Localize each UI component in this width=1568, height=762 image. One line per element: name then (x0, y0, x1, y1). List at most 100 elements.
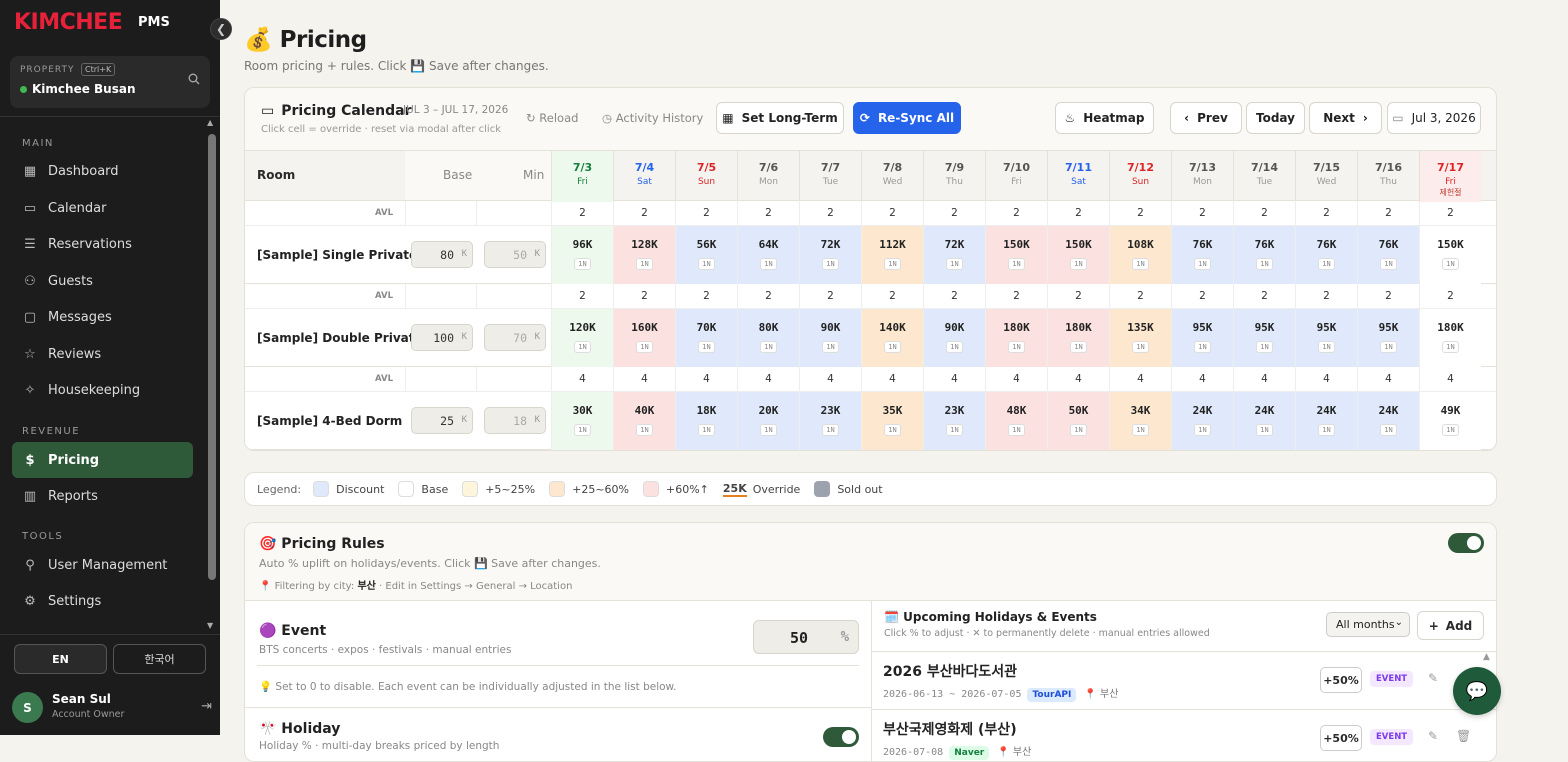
price-cell[interactable]: 72K 1N (923, 226, 985, 284)
price-cell[interactable]: 24K 1N (1357, 392, 1419, 450)
lang-ko-button[interactable]: 한국어 (113, 644, 206, 674)
min-price-input[interactable]: 18 K (484, 407, 546, 434)
price-cell[interactable]: 180K 1N (1047, 309, 1109, 367)
avl-cell: 2 (1047, 201, 1109, 226)
price-cell[interactable]: 64K 1N (737, 226, 799, 284)
lang-en-button[interactable]: EN (14, 644, 107, 674)
price-cell[interactable]: 23K 1N (923, 392, 985, 450)
event-percent-button[interactable]: +50% (1320, 667, 1362, 693)
trash-icon[interactable]: 🗑 (1456, 729, 1471, 743)
day-header: 7/17 Fri 제헌절 (1419, 151, 1481, 202)
event-percent-button[interactable]: +50% (1320, 725, 1362, 751)
prev-button[interactable]: ‹ Prev (1170, 102, 1242, 134)
property-switcher[interactable]: PROPERTY Ctrl+K Kimchee Busan (10, 56, 210, 108)
scroll-up-icon[interactable]: ▲ (1483, 652, 1490, 662)
nav-settings[interactable]: ⚙ Settings (12, 583, 193, 619)
nav-dashboard[interactable]: ▦ Dashboard (12, 153, 193, 189)
event-row[interactable]: 2026 부산바다도서관 2026-06-13 ~ 2026-07-05 Tour… (872, 651, 1496, 709)
price-cell[interactable]: 18K 1N (675, 392, 737, 450)
reload-link[interactable]: ↻ Reload (526, 111, 578, 125)
user-profile[interactable]: S Sean Sul Account Owner ⇥ (12, 690, 212, 726)
price-cell[interactable]: 49K 1N (1419, 392, 1481, 450)
edit-icon[interactable]: ✎ (1428, 729, 1438, 743)
price-cell[interactable]: 150K 1N (1047, 226, 1109, 284)
min-nights-badge: 1N (1318, 424, 1335, 436)
base-price-input[interactable]: 25 K (411, 407, 473, 434)
edit-icon[interactable]: ✎ (1428, 671, 1438, 685)
price-cell[interactable]: 150K 1N (985, 226, 1047, 284)
nav-reservations[interactable]: ☰ Reservations (12, 226, 193, 262)
search-icon[interactable] (188, 73, 200, 88)
price-cell[interactable]: 95K 1N (1233, 309, 1295, 367)
price-cell[interactable]: 96K 1N (551, 226, 613, 284)
price-cell[interactable]: 24K 1N (1295, 392, 1357, 450)
price-cell[interactable]: 180K 1N (985, 309, 1047, 367)
price-cell[interactable]: 40K 1N (613, 392, 675, 450)
price-cell[interactable]: 48K 1N (985, 392, 1047, 450)
price-cell[interactable]: 70K 1N (675, 309, 737, 367)
nav-reports[interactable]: ▥ Reports (12, 478, 193, 514)
price-cell[interactable]: 24K 1N (1233, 392, 1295, 450)
event-percent-input[interactable]: 50% (753, 620, 859, 654)
holiday-toggle[interactable] (823, 727, 859, 747)
price-cell[interactable]: 160K 1N (613, 309, 675, 367)
price-cell[interactable]: 95K 1N (1295, 309, 1357, 367)
price-cell[interactable]: 30K 1N (551, 392, 613, 450)
event-date-line: 2026-06-13 ~ 2026-07-05 TourAPI 📍 부산 (883, 685, 1118, 702)
price-cell[interactable]: 180K 1N (1419, 309, 1481, 367)
base-price-input[interactable]: 100 K (411, 324, 473, 351)
chat-bubble-icon[interactable]: 💬 (1453, 667, 1501, 715)
price-cell[interactable]: 76K 1N (1233, 226, 1295, 284)
price-cell[interactable]: 135K 1N (1109, 309, 1171, 367)
price-cell[interactable]: 90K 1N (923, 309, 985, 367)
price-cell[interactable]: 34K 1N (1109, 392, 1171, 450)
scroll-up-icon[interactable]: ▲ (207, 118, 213, 127)
rules-toggle[interactable] (1448, 533, 1484, 553)
price-cell[interactable]: 24K 1N (1171, 392, 1233, 450)
price-cell[interactable]: 128K 1N (613, 226, 675, 284)
price-cell[interactable]: 95K 1N (1171, 309, 1233, 367)
date-picker[interactable]: ▭ Jul 3, 2026 (1387, 102, 1481, 134)
price-cell[interactable]: 76K 1N (1295, 226, 1357, 284)
logout-icon[interactable]: ⇥ (201, 699, 212, 714)
price-cell[interactable]: 150K 1N (1419, 226, 1481, 284)
heatmap-button[interactable]: ♨ Heatmap (1055, 102, 1154, 134)
price-cell[interactable]: 76K 1N (1357, 226, 1419, 284)
nav-calendar[interactable]: ▭ Calendar (12, 190, 193, 226)
price-cell[interactable]: 90K 1N (799, 309, 861, 367)
price-cell[interactable]: 76K 1N (1171, 226, 1233, 284)
event-row[interactable]: 부산국제영화제 (부산) 2026-07-08 Naver 📍 부산 +50% EV… (872, 709, 1496, 761)
nav-guests[interactable]: ⚇ Guests (12, 263, 193, 299)
min-price-input[interactable]: 70 K (484, 324, 546, 351)
nav-pricing[interactable]: $ Pricing (12, 442, 193, 478)
price-cell[interactable]: 80K 1N (737, 309, 799, 367)
price-cell[interactable]: 72K 1N (799, 226, 861, 284)
sidebar-scrollbar[interactable]: ▲ ▼ (206, 118, 218, 634)
base-price-input[interactable]: 80 K (411, 241, 473, 268)
add-event-button[interactable]: + Add (1417, 611, 1484, 640)
today-button[interactable]: Today (1246, 102, 1305, 134)
set-long-term-button[interactable]: ▦ Set Long-Term (716, 102, 844, 134)
price-cell[interactable]: 108K 1N (1109, 226, 1171, 284)
nav-user-management[interactable]: ⚲ User Management (12, 547, 193, 583)
price-cell[interactable]: 35K 1N (861, 392, 923, 450)
nav-messages[interactable]: ▢ Messages (12, 299, 193, 335)
next-button[interactable]: Next › (1309, 102, 1382, 134)
nav-reviews[interactable]: ☆ Reviews (12, 336, 193, 372)
min-price-input[interactable]: 50 K (484, 241, 546, 268)
activity-history-link[interactable]: ◷ Activity History (602, 111, 703, 125)
price-cell[interactable]: 140K 1N (861, 309, 923, 367)
logo[interactable]: KIMCHEE (14, 10, 123, 35)
price-cell[interactable]: 95K 1N (1357, 309, 1419, 367)
nav-housekeeping[interactable]: ✧ Housekeeping (12, 372, 193, 408)
price-cell[interactable]: 23K 1N (799, 392, 861, 450)
price-cell[interactable]: 120K 1N (551, 309, 613, 367)
month-select[interactable]: All months ⌄ (1326, 612, 1410, 637)
price-cell[interactable]: 50K 1N (1047, 392, 1109, 450)
scroll-down-icon[interactable]: ▼ (207, 621, 213, 630)
scrollbar-thumb[interactable] (208, 134, 216, 580)
resync-all-button[interactable]: ⟳ Re-Sync All (853, 102, 961, 134)
price-cell[interactable]: 56K 1N (675, 226, 737, 284)
price-cell[interactable]: 20K 1N (737, 392, 799, 450)
price-cell[interactable]: 112K 1N (861, 226, 923, 284)
